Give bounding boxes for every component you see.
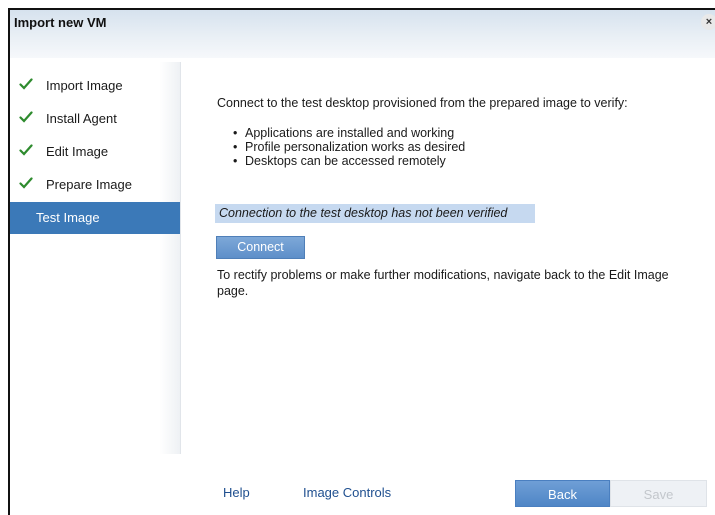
check-icon: [19, 177, 33, 189]
check-icon: [19, 111, 33, 123]
save-button[interactable]: Save: [610, 480, 707, 507]
step-label: Install Agent: [46, 111, 117, 126]
list-item: Desktops can be accessed remotely: [231, 154, 465, 168]
connect-button[interactable]: Connect: [216, 236, 305, 259]
step-test-image[interactable]: Test Image: [10, 202, 180, 234]
step-label: Prepare Image: [46, 177, 132, 192]
step-edit-image[interactable]: Edit Image: [10, 136, 180, 168]
intro-text: Connect to the test desktop provisioned …: [217, 96, 628, 110]
list-item: Profile personalization works as desired: [231, 140, 465, 154]
wizard-steps-sidebar: Import Image Install Agent Edit Image Pr…: [10, 62, 181, 454]
check-icon: [19, 78, 33, 90]
step-label: Test Image: [36, 210, 100, 225]
verification-list: Applications are installed and working P…: [231, 126, 465, 168]
help-link[interactable]: Help: [223, 485, 250, 500]
close-icon[interactable]: ×: [701, 14, 715, 30]
step-label: Edit Image: [46, 144, 109, 159]
check-icon: [19, 144, 33, 156]
step-prepare-image[interactable]: Prepare Image: [10, 169, 180, 201]
rectify-note: To rectify problems or make further modi…: [217, 268, 669, 298]
connection-status-message: Connection to the test desktop has not b…: [215, 204, 535, 223]
step-install-agent[interactable]: Install Agent: [10, 103, 180, 135]
dialog-title: Import new VM: [14, 15, 107, 30]
back-button[interactable]: Back: [515, 480, 610, 507]
list-item: Applications are installed and working: [231, 126, 465, 140]
title-bar: Import new VM ×: [10, 10, 715, 58]
step-import-image[interactable]: Import Image: [10, 70, 180, 102]
image-controls-link[interactable]: Image Controls: [303, 485, 391, 500]
step-label: Import Image: [46, 78, 123, 93]
